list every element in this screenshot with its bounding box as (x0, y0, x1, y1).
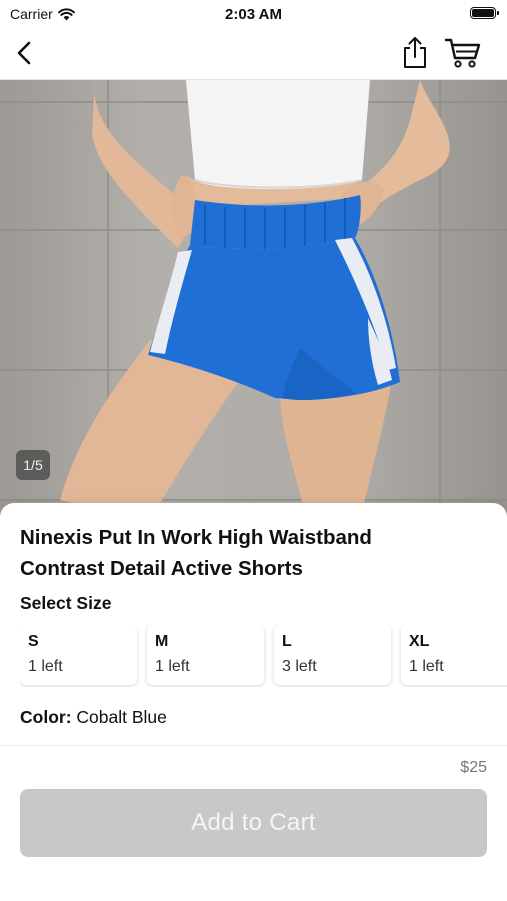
share-icon (404, 37, 426, 68)
product-title-line-2: Contrast Detail Active Shorts (20, 557, 303, 580)
cart-icon (444, 38, 481, 68)
chevron-left-icon (17, 41, 31, 65)
product-image-gallery[interactable]: 1/5 (0, 80, 507, 520)
product-title: Ninexis Put In Work High Waistband Contr… (20, 522, 490, 584)
product-photo (0, 80, 507, 520)
size-stock: 1 left (155, 658, 190, 675)
purchase-bar: $25 Add to Cart (0, 745, 507, 901)
color-value: Cobalt Blue (76, 707, 167, 727)
select-size-label: Select Size (20, 593, 112, 613)
share-button[interactable] (400, 35, 430, 71)
size-code: XL (409, 633, 430, 650)
size-code: M (155, 633, 169, 650)
product-title-line-1: Ninexis Put In Work High Waistband (20, 526, 372, 549)
color-row: Color: Cobalt Blue (20, 707, 167, 728)
product-details-sheet: Ninexis Put In Work High Waistband Contr… (0, 503, 507, 745)
size-option-xl[interactable]: XL 1 left (401, 625, 507, 685)
status-bar: Carrier 2:03 AM (0, 0, 507, 28)
color-label: Color: (20, 707, 72, 727)
size-option-s[interactable]: S 1 left (20, 625, 137, 685)
size-option-m[interactable]: M 1 left (147, 625, 264, 685)
battery-icon (470, 7, 499, 19)
back-button[interactable] (10, 36, 42, 70)
cart-button[interactable] (444, 37, 482, 69)
price-label: $25 (460, 759, 487, 776)
add-to-cart-button[interactable]: Add to Cart (20, 789, 487, 857)
size-code: L (282, 633, 292, 650)
navigation-bar (0, 28, 507, 80)
size-stock: 1 left (409, 658, 444, 675)
size-code: S (28, 633, 39, 650)
size-option-l[interactable]: L 3 left (274, 625, 391, 685)
status-time: 2:03 AM (225, 6, 282, 23)
image-counter: 1/5 (16, 450, 50, 480)
size-stock: 3 left (282, 658, 317, 675)
size-options: S 1 left M 1 left L 3 left XL 1 left (20, 625, 507, 687)
size-stock: 1 left (28, 658, 63, 675)
